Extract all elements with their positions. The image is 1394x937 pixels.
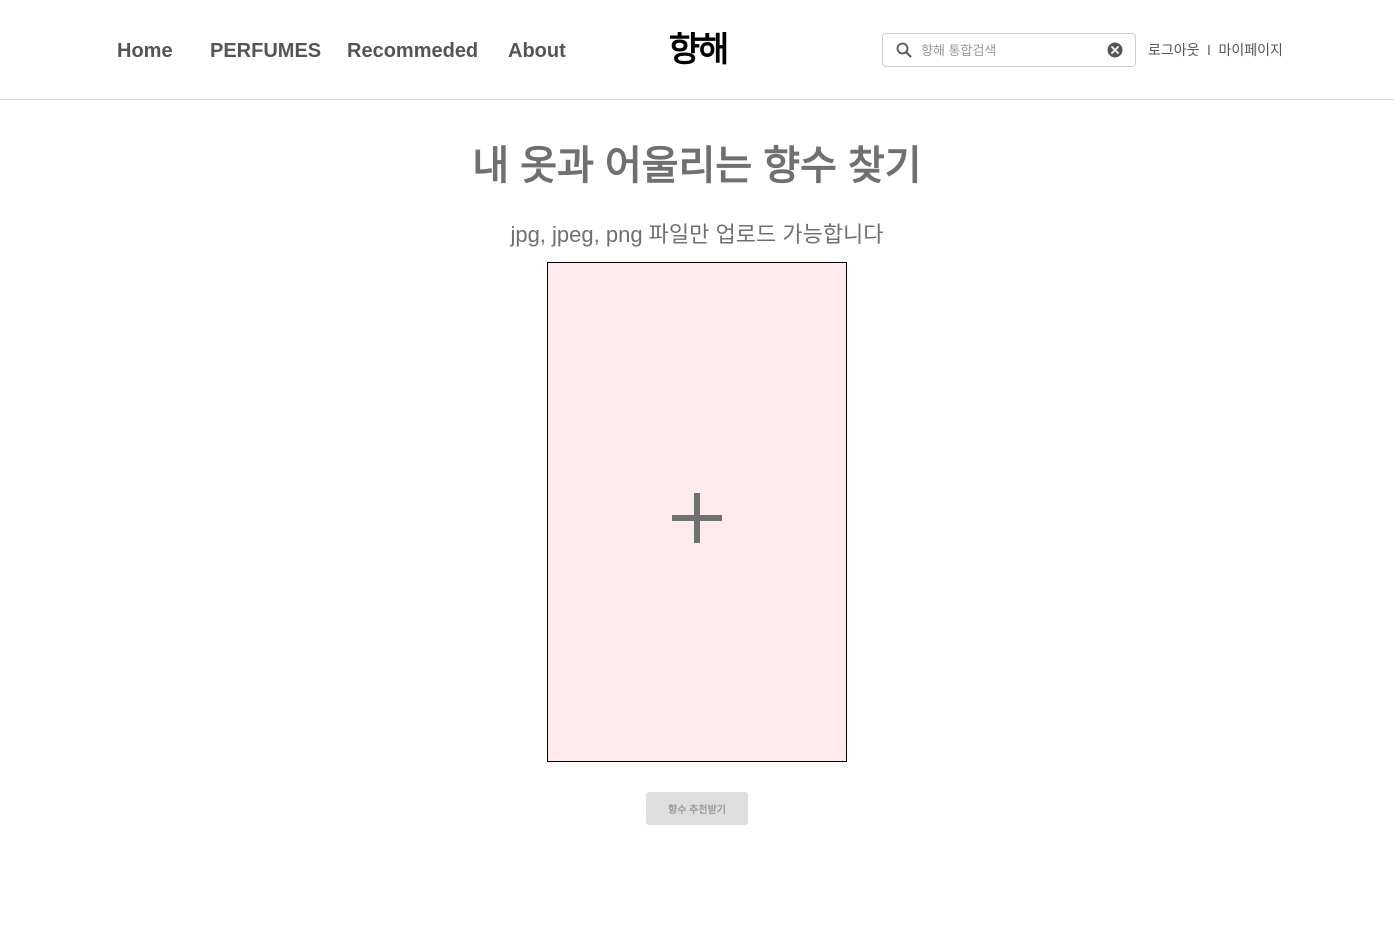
link-divider: l <box>1207 42 1211 58</box>
plus-icon <box>672 493 722 543</box>
logout-link[interactable]: 로그아웃 <box>1148 42 1200 58</box>
header: Home PERFUMES Recommeded About 향해 로그아웃 l… <box>0 0 1394 100</box>
nav-home[interactable]: Home <box>117 38 173 64</box>
mypage-link[interactable]: 마이페이지 <box>1218 42 1282 58</box>
user-links: 로그아웃 l 마이페이지 <box>1148 40 1283 60</box>
nav-recommended[interactable]: Recommeded <box>347 38 478 64</box>
image-upload-area[interactable] <box>547 262 847 762</box>
search-icon[interactable] <box>896 42 912 58</box>
clear-icon[interactable] <box>1107 42 1123 58</box>
logo[interactable]: 향해 <box>660 28 736 72</box>
upload-hint: jpg, jpeg, png 파일만 업로드 가능합니다 <box>510 222 884 247</box>
nav-about[interactable]: About <box>508 38 566 64</box>
get-recommendation-button[interactable]: 향수 추천받기 <box>646 792 748 825</box>
search-input[interactable] <box>921 39 1101 61</box>
search-box <box>882 33 1136 67</box>
nav-perfumes[interactable]: PERFUMES <box>210 38 321 64</box>
page-title: 내 옷과 어울리는 향수 찾기 <box>472 144 922 188</box>
